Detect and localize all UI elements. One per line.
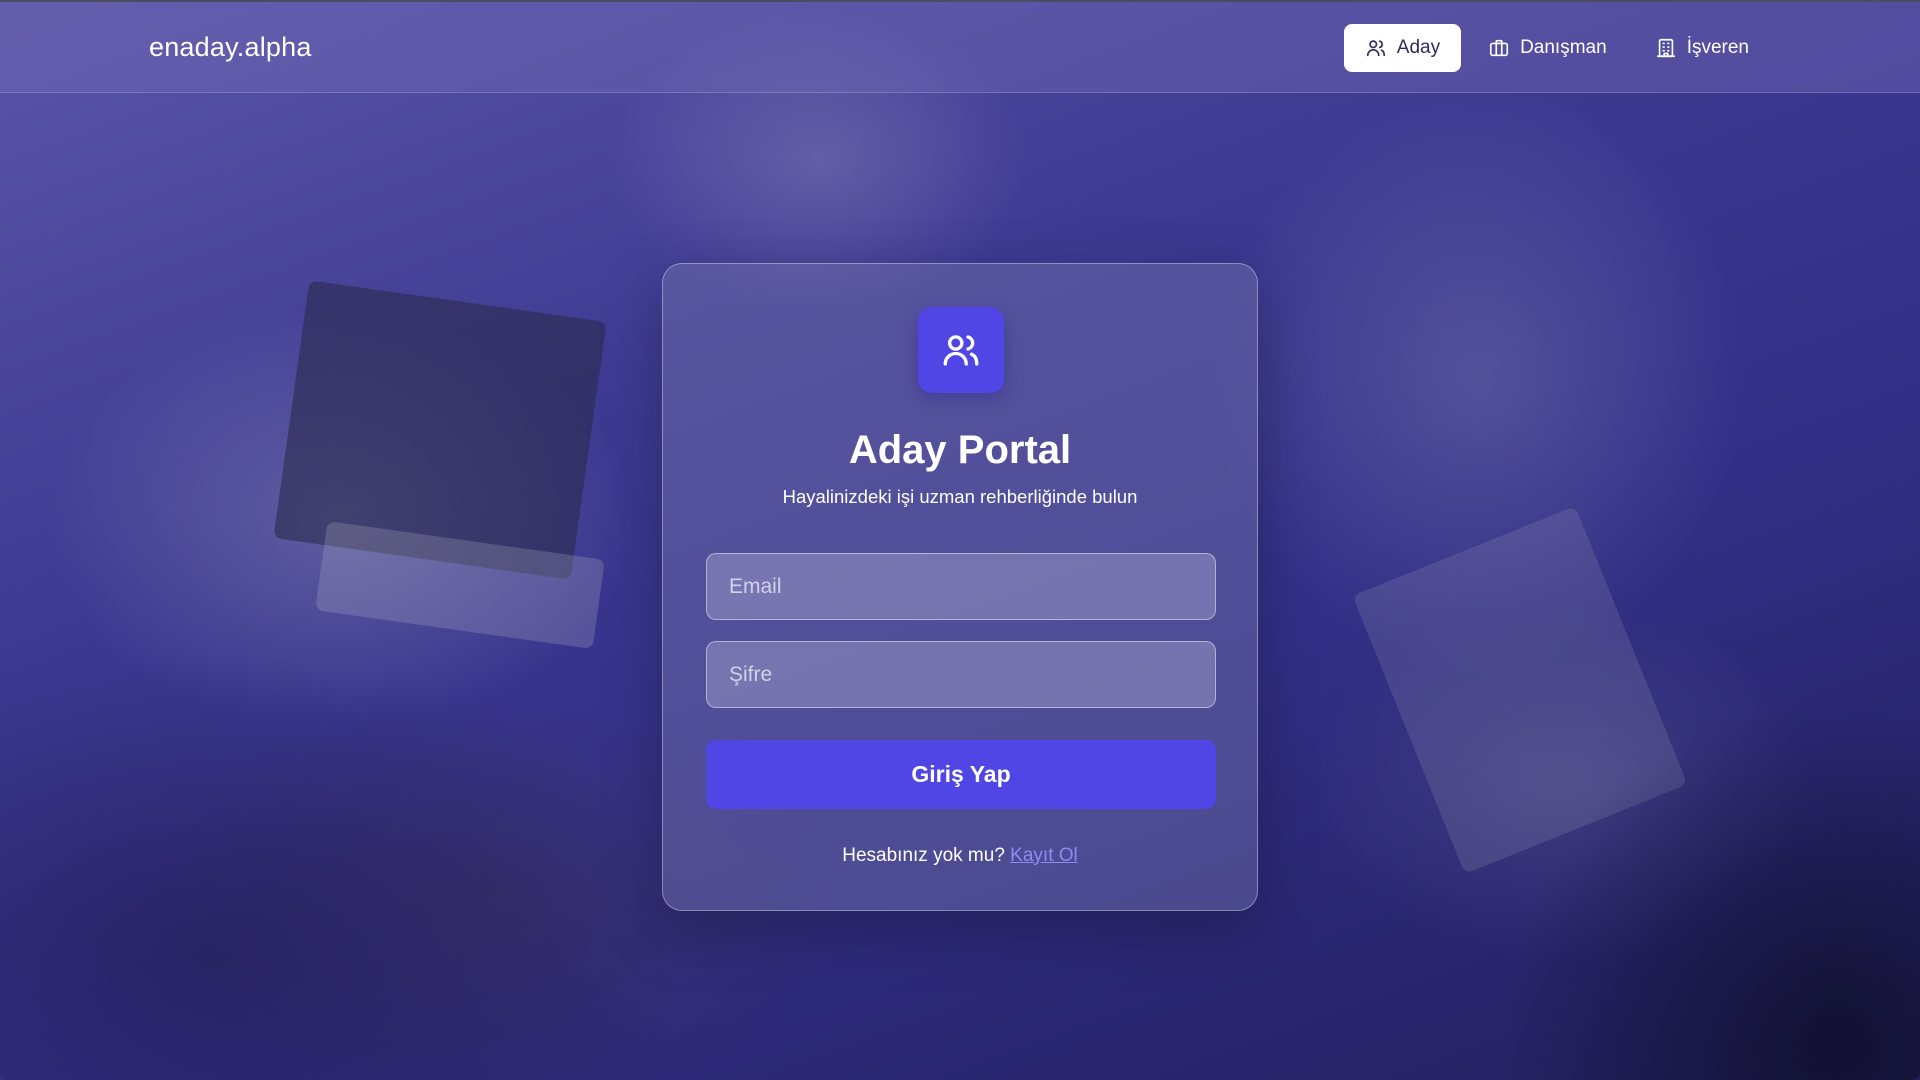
briefcase-icon [1490,39,1509,57]
nav-item-label: Danışman [1520,37,1607,58]
page-subtitle: Hayalinizdeki işi uzman rehberliğinde bu… [782,486,1138,507]
register-link[interactable]: Kayıt Ol [1010,845,1078,866]
password-field[interactable] [706,641,1216,708]
nav-item-aday[interactable]: Aday [1343,24,1462,72]
brand-logo[interactable]: enaday.alpha [149,32,312,63]
top-navbar: enaday.alpha Aday Danışman İşveren [0,0,1920,93]
role-nav: Aday Danışman İşveren [1338,24,1770,72]
nav-item-label: Aday [1396,37,1441,58]
users-icon [943,335,979,366]
background-shade [1500,700,1920,1080]
background-laptop-left [273,280,607,580]
register-prompt: Hesabınız yok mu? Kayıt Ol [663,845,1257,867]
users-icon [1366,40,1385,57]
portal-badge [918,307,1004,393]
building-icon [1656,38,1675,58]
background-shade [0,650,700,1080]
nav-item-label: İşveren [1686,37,1749,58]
page-title: Aday Portal [848,428,1072,472]
login-button[interactable]: Giriş Yap [706,740,1216,809]
nav-item-isveren[interactable]: İşveren [1634,24,1770,72]
register-prompt-text: Hesabınız yok mu? [842,845,1005,866]
nav-item-danisman[interactable]: Danışman [1467,24,1628,72]
login-card: Aday Portal Hayalinizdeki işi uzman rehb… [662,263,1258,911]
email-field[interactable] [706,553,1216,620]
